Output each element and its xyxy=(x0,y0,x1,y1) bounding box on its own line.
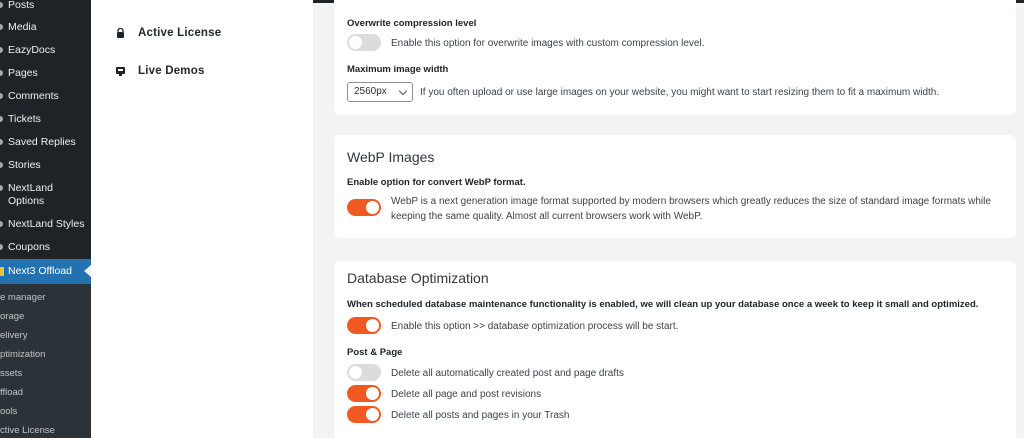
submenu-item[interactable]: e manager xyxy=(0,292,45,303)
webp-desc: WebP is a next generation image format s… xyxy=(391,196,991,222)
max-width-desc: If you often upload or use large images … xyxy=(420,87,940,98)
delete-drafts-toggle[interactable] xyxy=(347,364,381,381)
webp-title: WebP Images xyxy=(347,149,435,165)
delete-revisions-label: Delete all page and post revisions xyxy=(391,389,542,400)
submenu-item[interactable]: elivery xyxy=(0,330,27,341)
plugin-icon xyxy=(0,267,4,276)
lock-icon xyxy=(117,28,124,38)
webp-toggle[interactable] xyxy=(347,199,381,216)
submenu-item[interactable]: ffload xyxy=(0,387,23,398)
monitor-icon xyxy=(116,67,125,76)
webp-card: WebP Images Enable option for convert We… xyxy=(334,135,1016,238)
submenu-item[interactable]: ools xyxy=(0,406,17,417)
submenu-item[interactable]: ssets xyxy=(0,368,22,379)
max-width-label: Maximum image width xyxy=(347,64,449,75)
database-card: Database Optimization When scheduled dat… xyxy=(334,261,1016,438)
overwrite-label: Overwrite compression level xyxy=(347,18,477,29)
post-page-label: Post & Page xyxy=(347,347,403,358)
chevron-down-icon xyxy=(398,86,408,96)
nav-live-demos[interactable]: Live Demos xyxy=(116,65,205,77)
webp-label: Enable option for convert WebP format. xyxy=(347,177,526,188)
delete-drafts-label: Delete all automatically created post an… xyxy=(391,368,624,379)
nav-active-license[interactable]: Active License xyxy=(116,27,221,39)
max-width-select[interactable]: 2560px xyxy=(347,82,413,102)
delete-revisions-toggle[interactable] xyxy=(347,385,381,402)
database-title: Database Optimization xyxy=(347,270,489,286)
delete-trash-toggle[interactable] xyxy=(347,406,381,423)
menu-item-next3-offload[interactable]: Next3 Offload xyxy=(0,259,91,284)
compression-card: Overwrite compression level Enable this … xyxy=(334,0,1016,115)
plugin-settings-nav: Active License Live Demos xyxy=(91,0,313,438)
database-label: When scheduled database maintenance func… xyxy=(347,299,979,310)
settings-content: Overwrite compression level Enable this … xyxy=(313,0,1024,438)
database-toggle[interactable] xyxy=(347,317,381,334)
submenu-item[interactable]: ptimization xyxy=(0,349,45,360)
database-enable-desc: Enable this option >> database optimizat… xyxy=(391,321,679,332)
delete-trash-label: Delete all posts and pages in your Trash xyxy=(391,410,570,421)
active-arrow-icon xyxy=(84,265,91,277)
submenu: e manager orage elivery ptimization sset… xyxy=(0,284,91,438)
wp-admin-sidebar: Posts Media EazyDocs Pages Comments Tick… xyxy=(0,0,91,438)
overwrite-toggle[interactable] xyxy=(347,34,381,51)
submenu-item[interactable]: ctive License xyxy=(0,425,55,436)
submenu-item[interactable]: orage xyxy=(0,311,24,322)
overwrite-desc: Enable this option for overwrite images … xyxy=(391,38,705,49)
